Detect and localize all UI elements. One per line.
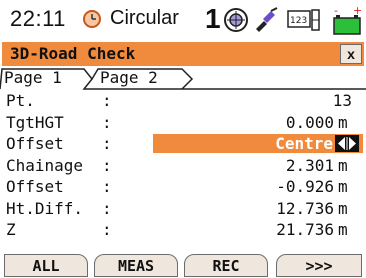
svg-text:123: 123 <box>290 16 307 26</box>
row-offset: Offset : -0.926 m <box>0 176 366 198</box>
title-bar: 3D-Road Check x <box>2 42 364 66</box>
measure-mode-label[interactable]: Circular <box>110 7 179 30</box>
memory-icon[interactable]: 123 <box>287 8 321 32</box>
left-right-arrows-icon[interactable] <box>335 135 359 152</box>
unit: m <box>338 198 348 218</box>
colon: : <box>102 112 112 132</box>
offset-mode-select[interactable]: Centre <box>153 134 363 153</box>
point-value: 13 <box>332 91 352 110</box>
status-time: 22:11 <box>10 6 66 31</box>
point-label: Pt. <box>6 91 35 110</box>
row-offset-mode: Offset : Centre <box>0 133 366 155</box>
page-title: 3D-Road Check <box>10 44 136 63</box>
laser-icon[interactable] <box>253 7 279 33</box>
chainage-value: 2.301 <box>285 155 334 175</box>
row-chainage: Chainage : 2.301 m <box>0 155 366 177</box>
colon: : <box>102 91 112 110</box>
row-point: Pt. : 13 <box>0 90 366 112</box>
unit: m <box>338 155 348 175</box>
close-button[interactable]: x <box>340 44 362 64</box>
colon: : <box>102 198 112 218</box>
unit: m <box>338 112 348 132</box>
status-bar: 22:11 Circular 1 123 - + <box>0 0 366 40</box>
softkey-bar: ALL MEAS REC >>> <box>0 254 366 278</box>
z-label: Z <box>6 220 16 239</box>
offset-label: Offset <box>6 177 64 196</box>
height-difference-label: Ht.Diff. <box>6 198 84 218</box>
battery-icon[interactable]: - + <box>332 4 362 36</box>
offset-mode-label: Offset <box>6 134 64 153</box>
colon: : <box>102 155 112 175</box>
height-difference-value: 12.736 <box>276 198 334 218</box>
z-value: 21.736 <box>276 220 334 239</box>
rec-button[interactable]: REC <box>184 254 268 277</box>
face-indicator[interactable]: 1 <box>205 3 221 35</box>
more-button[interactable]: >>> <box>276 254 362 277</box>
unit: m <box>338 220 348 239</box>
colon: : <box>102 220 112 239</box>
colon: : <box>102 134 112 153</box>
offset-value: -0.926 <box>276 177 334 196</box>
offset-mode-value: Centre <box>275 134 333 153</box>
target-height-value[interactable]: 0.000 <box>286 113 334 132</box>
row-z: Z : 21.736 m <box>0 219 366 241</box>
all-button[interactable]: ALL <box>4 254 88 277</box>
tab-bar: Page 1 Page 2 <box>0 68 366 90</box>
target-height-label: TgtHGT <box>6 112 64 132</box>
clock-icon[interactable] <box>82 9 102 29</box>
screen: 22:11 Circular 1 123 - + 3D-Road Check x… <box>0 0 366 278</box>
tab-page-2[interactable]: Page 2 <box>100 68 158 87</box>
chainage-label: Chainage <box>6 155 84 175</box>
data-list: Pt. : 13 TgtHGT : 0.000 m Offset : Centr… <box>0 90 366 241</box>
row-height-difference: Ht.Diff. : 12.736 m <box>0 198 366 220</box>
unit: m <box>338 177 348 196</box>
tab-page-1[interactable]: Page 1 <box>4 68 62 87</box>
prism-icon[interactable] <box>223 7 249 33</box>
colon: : <box>102 177 112 196</box>
row-target-height: TgtHGT : 0.000 m <box>0 112 366 134</box>
meas-button[interactable]: MEAS <box>94 254 178 277</box>
